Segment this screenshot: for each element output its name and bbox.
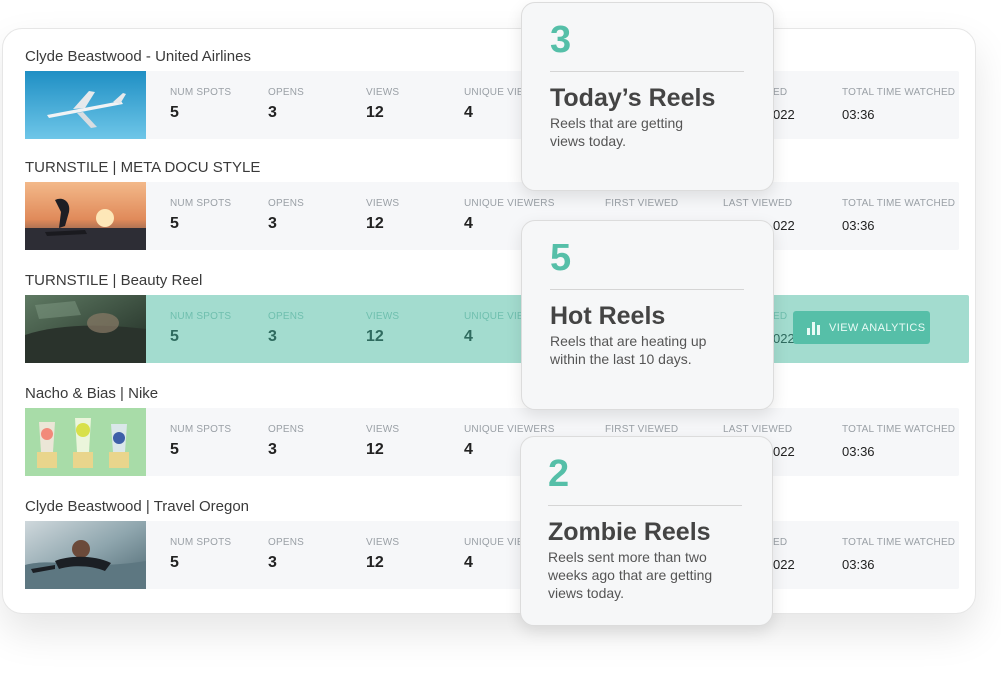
views-value: 12	[366, 441, 384, 458]
opens-value: 3	[268, 328, 277, 345]
reel-thumbnail[interactable]	[25, 408, 146, 476]
last-viewed-value: 022	[773, 557, 795, 572]
last-viewed-value: 022	[773, 331, 795, 346]
card-description-line: Reels that are heating up	[550, 333, 707, 349]
view-analytics-button[interactable]: VIEW ANALYTICS	[793, 311, 930, 344]
total-time-label: TOTAL TIME WATCHED	[842, 537, 956, 548]
num-spots-value: 5	[170, 215, 179, 232]
reel-stats-row[interactable]: NUM SPOTS 5 OPENS 3 VIEWS 12 UNIQUE VIEW 4 E…	[25, 521, 959, 589]
reel-thumbnail[interactable]	[25, 521, 146, 589]
reel-thumbnail[interactable]	[25, 182, 146, 250]
reel-stats-row[interactable]: NUM SPOTS 5 OPENS 3 VIEWS 12 UNIQUE VIEW 4 E…	[25, 71, 959, 139]
reel-thumbnail[interactable]	[25, 71, 146, 139]
first-viewed-label: FIRST VIEWED	[605, 424, 679, 435]
zombie-reels-count: 2	[548, 453, 570, 495]
total-time-label: TOTAL TIME WATCHED	[842, 424, 956, 435]
views-value: 12	[366, 215, 384, 232]
total-time-value: 03:36	[842, 444, 875, 459]
card-description-line: views today.	[550, 133, 626, 149]
views-label: VIEWS	[366, 424, 400, 435]
opens-label: OPENS	[268, 87, 305, 98]
reels-panel: Clyde Beastwood - United Airlines NUM SP…	[2, 28, 976, 614]
num-spots-label: NUM SPOTS	[170, 537, 232, 548]
reel-item[interactable]: Nacho & Bias | Nike NUM SPOTS 5 OPENS 3	[25, 384, 959, 476]
reel-title: TURNSTILE | Beauty Reel	[25, 272, 203, 289]
card-title: Hot Reels	[550, 302, 666, 330]
reel-thumbnail[interactable]	[25, 295, 146, 363]
last-viewed-label: ED	[773, 87, 788, 98]
num-spots-label: NUM SPOTS	[170, 311, 232, 322]
last-viewed-label: ED	[773, 537, 788, 548]
reel-stats-row-hover[interactable]: NUM SPOTS 5 OPENS 3 VIEWS 12 UNIQUE VIEW 4 E…	[25, 295, 969, 363]
card-description-line: Reels sent more than two	[548, 549, 707, 565]
opens-value: 3	[268, 215, 277, 232]
card-divider	[550, 289, 744, 290]
total-time-value: 03:36	[842, 218, 875, 233]
hot-reels-count: 5	[550, 237, 572, 279]
reel-title: Clyde Beastwood - United Airlines	[25, 48, 251, 65]
todays-reels-count: 3	[550, 19, 572, 61]
unique-viewers-label: UNIQUE VIEWERS	[464, 198, 555, 209]
card-description-line: Reels that are getting	[550, 115, 684, 131]
reel-stats-row[interactable]: NUM SPOTS 5 OPENS 3 VIEWS 12 UNIQUE VIEWERS…	[25, 182, 959, 250]
unique-viewers-label: UNIQUE VIEWERS	[464, 424, 555, 435]
last-viewed-label: LAST VIEWED	[723, 424, 793, 435]
num-spots-value: 5	[170, 104, 179, 121]
bar-chart-icon	[807, 321, 820, 335]
total-time-value: 03:36	[842, 107, 875, 122]
views-value: 12	[366, 104, 384, 121]
reel-title: TURNSTILE | META DOCU STYLE	[25, 159, 261, 176]
num-spots-value: 5	[170, 441, 179, 458]
num-spots-label: NUM SPOTS	[170, 87, 232, 98]
view-analytics-label: VIEW ANALYTICS	[829, 321, 926, 334]
last-viewed-label: ED	[773, 311, 788, 322]
reel-title: Nacho & Bias | Nike	[25, 385, 159, 402]
reel-item[interactable]: TURNSTILE | META DOCU STYLE NUM SPOTS 5 O…	[25, 158, 959, 250]
reel-item[interactable]: TURNSTILE | Beauty Reel NUM SPOTS 5 OPENS…	[25, 271, 969, 363]
views-label: VIEWS	[366, 198, 400, 209]
hot-reels-card[interactable]: 5 Hot Reels Reels that are heating up wi…	[521, 220, 774, 410]
card-title: Today’s Reels	[550, 84, 716, 112]
views-label: VIEWS	[366, 311, 400, 322]
card-description-line: within the last 10 days.	[550, 351, 692, 367]
card-divider	[548, 505, 742, 506]
views-label: VIEWS	[366, 537, 400, 548]
opens-label: OPENS	[268, 198, 305, 209]
total-time-label: TOTAL TIME WATCHED	[842, 87, 956, 98]
first-viewed-label: FIRST VIEWED	[605, 198, 679, 209]
last-viewed-label: LAST VIEWED	[723, 198, 793, 209]
opens-label: OPENS	[268, 424, 305, 435]
total-time-label: TOTAL TIME WATCHED	[842, 198, 956, 209]
views-value: 12	[366, 554, 384, 571]
reel-item[interactable]: Clyde Beastwood - United Airlines NUM SP…	[25, 47, 959, 139]
last-viewed-value: 022	[773, 107, 795, 122]
opens-value: 3	[268, 104, 277, 121]
zombie-reels-card[interactable]: 2 Zombie Reels Reels sent more than two …	[520, 436, 773, 626]
reel-item[interactable]: Clyde Beastwood | Travel Oregon NUM SPOT…	[25, 497, 959, 589]
card-divider	[550, 71, 744, 72]
card-title: Zombie Reels	[548, 518, 711, 546]
card-description-line: views today.	[548, 585, 624, 601]
reel-stats-row[interactable]: NUM SPOTS 5 OPENS 3 VIEWS 12 UNIQUE VIEWERS…	[25, 408, 959, 476]
total-time-value: 03:36	[842, 557, 875, 572]
num-spots-value: 5	[170, 554, 179, 571]
num-spots-label: NUM SPOTS	[170, 424, 232, 435]
todays-reels-card[interactable]: 3 Today’s Reels Reels that are getting v…	[521, 2, 774, 191]
card-description-line: weeks ago that are getting	[548, 567, 713, 583]
opens-value: 3	[268, 441, 277, 458]
num-spots-label: NUM SPOTS	[170, 198, 232, 209]
num-spots-value: 5	[170, 328, 179, 345]
views-label: VIEWS	[366, 87, 400, 98]
views-value: 12	[366, 328, 384, 345]
opens-label: OPENS	[268, 537, 305, 548]
opens-value: 3	[268, 554, 277, 571]
opens-label: OPENS	[268, 311, 305, 322]
reel-title: Clyde Beastwood | Travel Oregon	[25, 498, 250, 515]
